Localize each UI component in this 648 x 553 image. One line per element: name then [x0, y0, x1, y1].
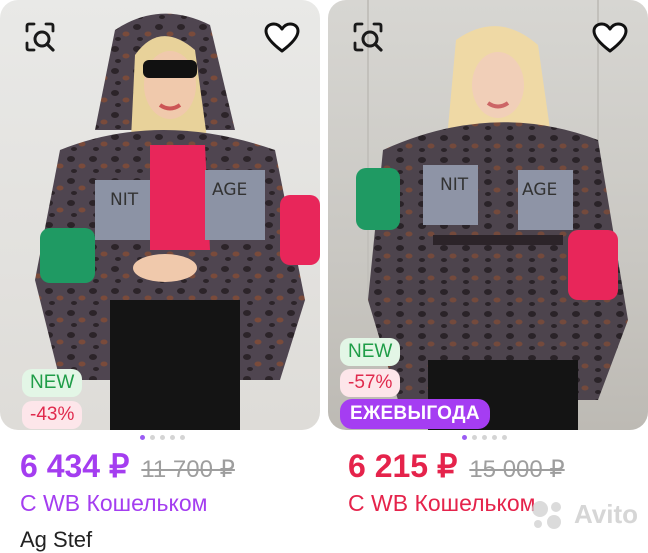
product-card-2[interactable]: NIT AGE NEW -57% ЕЖЕВЫГОДА 6 215 ₽ 15 00…: [328, 0, 648, 540]
product-card-1[interactable]: NIT AGE NEW -43% 6 434 ₽ 11 700 ₽ С WB К…: [0, 0, 320, 552]
pagination-dot: [180, 435, 185, 440]
avito-logo-icon: [531, 501, 561, 529]
pagination-dot: [170, 435, 175, 440]
new-badge: NEW: [22, 369, 83, 397]
pagination-dot: [462, 435, 467, 440]
similar-search-button[interactable]: [348, 18, 388, 58]
new-badge: NEW: [340, 338, 401, 366]
search-similar-icon: [353, 22, 383, 52]
print-text-left: NIT: [110, 190, 139, 210]
heart-icon: [264, 22, 300, 53]
price-row: 6 434 ₽ 11 700 ₽: [20, 447, 235, 485]
favorite-button[interactable]: [262, 18, 302, 58]
pagination-dot: [482, 435, 487, 440]
product-image: NIT AGE: [35, 13, 320, 430]
pagination-dot: [492, 435, 497, 440]
pagination-dot: [150, 435, 155, 440]
watermark-text: Avito: [573, 498, 638, 529]
pagination-dot: [160, 435, 165, 440]
current-price: 6 215 ₽: [348, 448, 458, 484]
promo-badge: ЕЖЕВЫГОДА: [340, 399, 490, 429]
favorite-button[interactable]: [590, 18, 630, 58]
product-photo[interactable]: NIT AGE: [0, 0, 320, 430]
heart-icon: [592, 22, 628, 53]
old-price: 15 000 ₽: [469, 456, 565, 483]
print-text-right: AGE: [522, 180, 557, 200]
price-row: 6 215 ₽ 15 000 ₽: [348, 447, 565, 485]
wallet-label: С WB Кошельком: [20, 490, 208, 516]
current-price: 6 434 ₽: [20, 448, 130, 484]
avito-watermark: Avito: [528, 497, 638, 531]
print-text-right: AGE: [212, 180, 247, 200]
discount-badge: -57%: [340, 369, 401, 397]
search-similar-icon: [25, 22, 55, 52]
wallet-label: С WB Кошельком: [348, 490, 536, 516]
old-price: 11 700 ₽: [141, 456, 235, 483]
image-pagination: [140, 435, 185, 440]
pagination-dot: [502, 435, 507, 440]
brand-name[interactable]: Ag Stef: [20, 527, 92, 553]
image-pagination: [462, 435, 507, 440]
pagination-dot: [472, 435, 477, 440]
similar-search-button[interactable]: [20, 18, 60, 58]
pagination-dot: [140, 435, 145, 440]
discount-badge: -43%: [22, 401, 83, 429]
print-text-left: NIT: [440, 175, 469, 195]
